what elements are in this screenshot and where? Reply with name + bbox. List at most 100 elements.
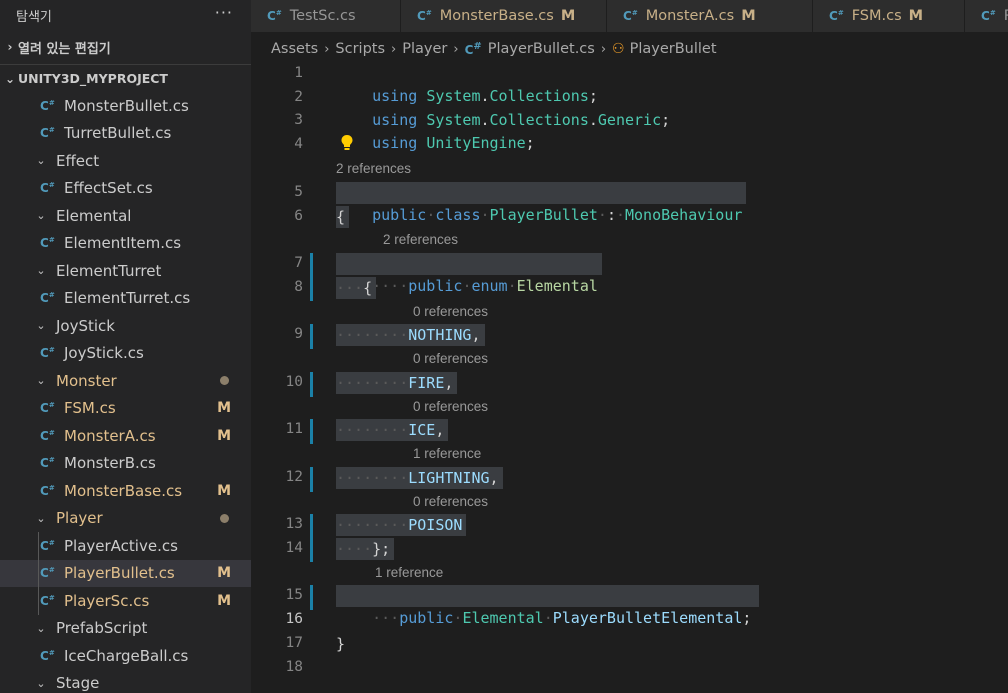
tree-folder[interactable]: ⌄ Stage <box>0 670 251 693</box>
tree-file[interactable]: C# ElementTurret.cs <box>0 285 251 313</box>
codelens-references[interactable]: 1 reference <box>375 565 443 580</box>
enum-member: ICE <box>408 421 436 439</box>
csharp-file-icon: C# <box>623 9 638 23</box>
code-editor[interactable]: 1 2 3 4 5 6 7 8 9 10 11 12 13 14 15 16 17 18 using System… <box>251 62 1008 693</box>
csharp-file-icon: C# <box>981 9 996 23</box>
punct: ; <box>742 609 752 627</box>
enum-member: POISON <box>408 516 463 534</box>
tree-folder[interactable]: ⌄ PrefabScript <box>0 615 251 643</box>
modified-dot-icon <box>220 513 229 523</box>
change-indicator <box>310 585 313 610</box>
line-number: 16 <box>285 611 303 627</box>
tab-label: FSM.cs <box>851 8 902 24</box>
chevron-down-icon: ⌄ <box>36 374 46 388</box>
tree-file[interactable]: C# EffectSet.cs <box>0 175 251 203</box>
codelens-references[interactable]: 1 reference <box>413 446 481 461</box>
tree-file[interactable]: C# TurretBullet.cs <box>0 120 251 148</box>
codelens-references[interactable]: 0 references <box>413 304 488 319</box>
tree-folder[interactable]: ⌄ Monster <box>0 367 251 395</box>
tree-item-label: MonsterBase.cs <box>64 481 183 500</box>
editor-tab[interactable]: C# Play <box>965 0 1008 32</box>
codelens-references[interactable]: 2 references <box>336 161 411 176</box>
tree-file[interactable]: C# ElementItem.cs <box>0 230 251 258</box>
breadcrumb-file[interactable]: PlayerBullet.cs <box>488 41 595 57</box>
breadcrumb-symbol[interactable]: PlayerBullet <box>630 41 717 57</box>
breadcrumb-player[interactable]: Player <box>402 41 447 57</box>
editor-tab[interactable]: C# MonsterBase.cs M <box>401 0 607 32</box>
code-line-17: } <box>336 633 345 655</box>
modified-badge: M <box>560 8 576 24</box>
brace: { <box>336 208 346 226</box>
codelens-references[interactable]: 2 references <box>383 232 458 247</box>
tree-item-label: Elemental <box>56 206 132 225</box>
brace: } <box>336 635 346 653</box>
line-number: 1 <box>294 65 303 81</box>
tree-item-label: Monster <box>56 371 117 390</box>
code-line-6: { <box>336 206 350 228</box>
tree-file[interactable]: C# MonsterBullet.cs <box>0 92 251 120</box>
tree-file[interactable]: C# FSM.cs M <box>0 395 251 423</box>
chevron-down-icon: ⌄ <box>36 676 46 690</box>
csharp-file-icon: C# <box>40 346 55 361</box>
tree-item-label: JoyStick.cs <box>64 344 144 363</box>
more-actions-icon[interactable]: ··· <box>215 3 233 22</box>
tree-folder[interactable]: ⌄ Elemental <box>0 202 251 230</box>
editor-tab[interactable]: C# MonsterA.cs M <box>607 0 813 32</box>
code-line-10: ········FIRE, <box>336 372 458 394</box>
tree-file[interactable]: C# MonsterB.cs <box>0 450 251 478</box>
breadcrumb-assets[interactable]: Assets <box>271 41 318 57</box>
enum-member: FIRE <box>408 374 445 392</box>
tree-file[interactable]: C# MonsterA.cs M <box>0 422 251 450</box>
tree-file[interactable]: C# MonsterBase.cs M <box>0 477 251 505</box>
tree-item-label: MonsterA.cs <box>64 426 156 445</box>
tree-file[interactable]: C# IceChargeBall.cs <box>0 642 251 670</box>
chevron-down-icon: ⌄ <box>36 621 46 635</box>
tree-item-label: ElementTurret <box>56 261 162 280</box>
lightbulb-icon[interactable] <box>340 134 354 152</box>
code-line-12: ········LIGHTNING, <box>336 467 503 489</box>
code-line-8: ···{ <box>336 277 377 299</box>
file-tree: C# MonsterBullet.cs C# TurretBullet.cs ⌄ Effe… <box>0 92 251 693</box>
code-line-5: public·class·PlayerBullet·:·MonoBehaviou… <box>336 182 747 224</box>
indent-guide <box>38 532 39 615</box>
tree-folder[interactable]: ⌄ Player <box>0 505 251 533</box>
project-label: UNITY3D_MYPROJECT <box>18 71 168 86</box>
line-number: 8 <box>294 279 303 295</box>
tree-folder[interactable]: ⌄ ElementTurret <box>0 257 251 285</box>
chevron-right-icon: › <box>7 40 13 54</box>
editor-tab[interactable]: C# TestSc.cs <box>251 0 401 32</box>
breadcrumb: Assets › Scripts › Player › C# PlayerBul… <box>271 38 717 60</box>
breadcrumb-scripts[interactable]: Scripts <box>335 41 385 57</box>
tree-folder[interactable]: ⌄ JoyStick <box>0 312 251 340</box>
codelens-references[interactable]: 0 references <box>413 399 488 414</box>
tree-item-label: Player <box>56 509 103 528</box>
change-indicator <box>310 372 313 397</box>
codelens-references[interactable]: 0 references <box>413 494 488 509</box>
tab-label: Play <box>1004 8 1008 24</box>
project-section[interactable]: ⌄ UNITY3D_MYPROJECT <box>0 64 251 92</box>
line-number: 3 <box>294 112 303 128</box>
csharp-file-icon: C# <box>40 428 55 443</box>
open-editors-section[interactable]: › 열려 있는 편집기 <box>0 30 251 64</box>
keyword: class <box>435 206 481 224</box>
csharp-file-icon: C# <box>40 126 55 141</box>
punct: : <box>606 206 616 224</box>
tree-file[interactable]: C# JoyStick.cs <box>0 340 251 368</box>
csharp-file-icon: C# <box>40 401 55 416</box>
chevron-right-icon: › <box>453 41 459 57</box>
line-number: 12 <box>285 469 303 485</box>
modified-badge: M <box>217 565 231 582</box>
chevron-right-icon: › <box>391 41 397 57</box>
keyword: enum <box>471 277 508 295</box>
tab-label: MonsterBase.cs <box>439 8 554 24</box>
tab-label: TestSc.cs <box>289 8 356 24</box>
chevron-down-icon: ⌄ <box>36 209 46 223</box>
csharp-file-icon: C# <box>40 593 55 608</box>
editor-tab[interactable]: C# FSM.cs M <box>813 0 965 32</box>
codelens-references[interactable]: 0 references <box>413 351 488 366</box>
tree-item-label: FSM.cs <box>64 399 116 418</box>
modified-badge: M <box>217 400 231 417</box>
punct: ; <box>661 111 671 129</box>
tree-folder[interactable]: ⌄ Effect <box>0 147 251 175</box>
csharp-file-icon: C# <box>829 9 844 23</box>
